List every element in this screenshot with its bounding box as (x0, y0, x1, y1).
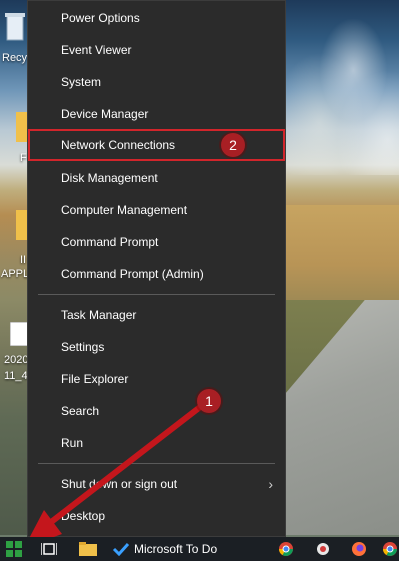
menu-item-label: Settings (61, 340, 105, 354)
windows-logo-icon (6, 541, 22, 557)
menu-item-label: System (61, 75, 102, 89)
menu-item-desktop[interactable]: Desktop (28, 500, 285, 532)
file-explorer-button[interactable] (76, 537, 100, 561)
menu-item-shut-down-or-sign-out[interactable]: Shut down or sign out › (28, 468, 285, 500)
menu-item-label: Computer Management (61, 203, 188, 217)
task-view-icon (41, 543, 57, 555)
menu-item-device-manager[interactable]: Device Manager (28, 98, 285, 130)
menu-item-power-options[interactable]: Power Options (28, 2, 285, 34)
menu-item-system[interactable]: System (28, 66, 285, 98)
winx-context-menu: Power Options Event Viewer System Device… (27, 0, 286, 537)
menu-item-label: Shut down or sign out (61, 477, 178, 491)
checkmark-icon (112, 542, 130, 556)
menu-item-label: Run (61, 436, 84, 450)
firefox-icon (352, 542, 366, 556)
chrome-button[interactable] (380, 537, 399, 561)
menu-item-label: Power Options (61, 11, 140, 25)
menu-item-search[interactable]: Search (28, 395, 285, 427)
menu-item-label: Search (61, 404, 100, 418)
desktop-icon-label: APPL (1, 268, 30, 280)
menu-item-label: Desktop (61, 509, 106, 523)
step-2-badge: 2 (221, 133, 245, 157)
app-button[interactable] (312, 537, 334, 561)
desktop-icon-label: 2020 (4, 354, 29, 366)
firefox-button[interactable] (349, 537, 369, 561)
menu-item-label: Command Prompt (Admin) (61, 267, 204, 281)
menu-item-command-prompt[interactable]: Command Prompt (28, 226, 285, 258)
menu-item-task-manager[interactable]: Task Manager (28, 299, 285, 331)
menu-item-network-connections[interactable]: Network Connections (28, 129, 285, 161)
app-icon (317, 543, 329, 555)
menu-item-label: Device Manager (61, 107, 149, 121)
menu-item-label: File Explorer (61, 372, 129, 386)
step-1-badge: 1 (197, 389, 221, 413)
menu-separator (38, 463, 275, 464)
menu-item-command-prompt-admin[interactable]: Command Prompt (Admin) (28, 258, 285, 290)
menu-item-label: Command Prompt (61, 235, 159, 249)
document-icon[interactable] (9, 321, 29, 347)
menu-item-event-viewer[interactable]: Event Viewer (28, 34, 285, 66)
desktop-icon-label: 11_4 (4, 370, 28, 382)
menu-item-computer-management[interactable]: Computer Management (28, 194, 285, 226)
chrome-button[interactable] (276, 537, 296, 561)
desktop-icon-label: II (20, 254, 27, 266)
menu-item-file-explorer[interactable]: File Explorer (28, 363, 285, 395)
chrome-icon (382, 542, 397, 556)
chrome-icon (279, 542, 293, 556)
desktop-icon-label: F (20, 152, 27, 164)
recycle-bin-icon[interactable] (4, 10, 26, 44)
menu-item-label: Network Connections (61, 138, 176, 152)
task-view-button[interactable] (36, 537, 62, 561)
menu-item-label: Disk Management (61, 171, 158, 185)
taskbar: Microsoft To Do (0, 537, 399, 561)
taskbar-app-label: Microsoft To Do (134, 542, 218, 556)
menu-separator (38, 294, 275, 295)
folder-icon (79, 542, 97, 556)
menu-item-settings[interactable]: Settings (28, 331, 285, 363)
menu-item-label: Event Viewer (61, 43, 132, 57)
start-button[interactable] (0, 537, 28, 561)
chevron-right-icon: › (268, 476, 273, 492)
microsoft-todo-button[interactable]: Microsoft To Do (112, 537, 224, 561)
menu-item-run[interactable]: Run (28, 427, 285, 459)
menu-item-disk-management[interactable]: Disk Management (28, 162, 285, 194)
desktop-icon-label: Recy (2, 52, 28, 64)
menu-item-label: Task Manager (61, 308, 137, 322)
sky-clouds (285, 0, 399, 175)
